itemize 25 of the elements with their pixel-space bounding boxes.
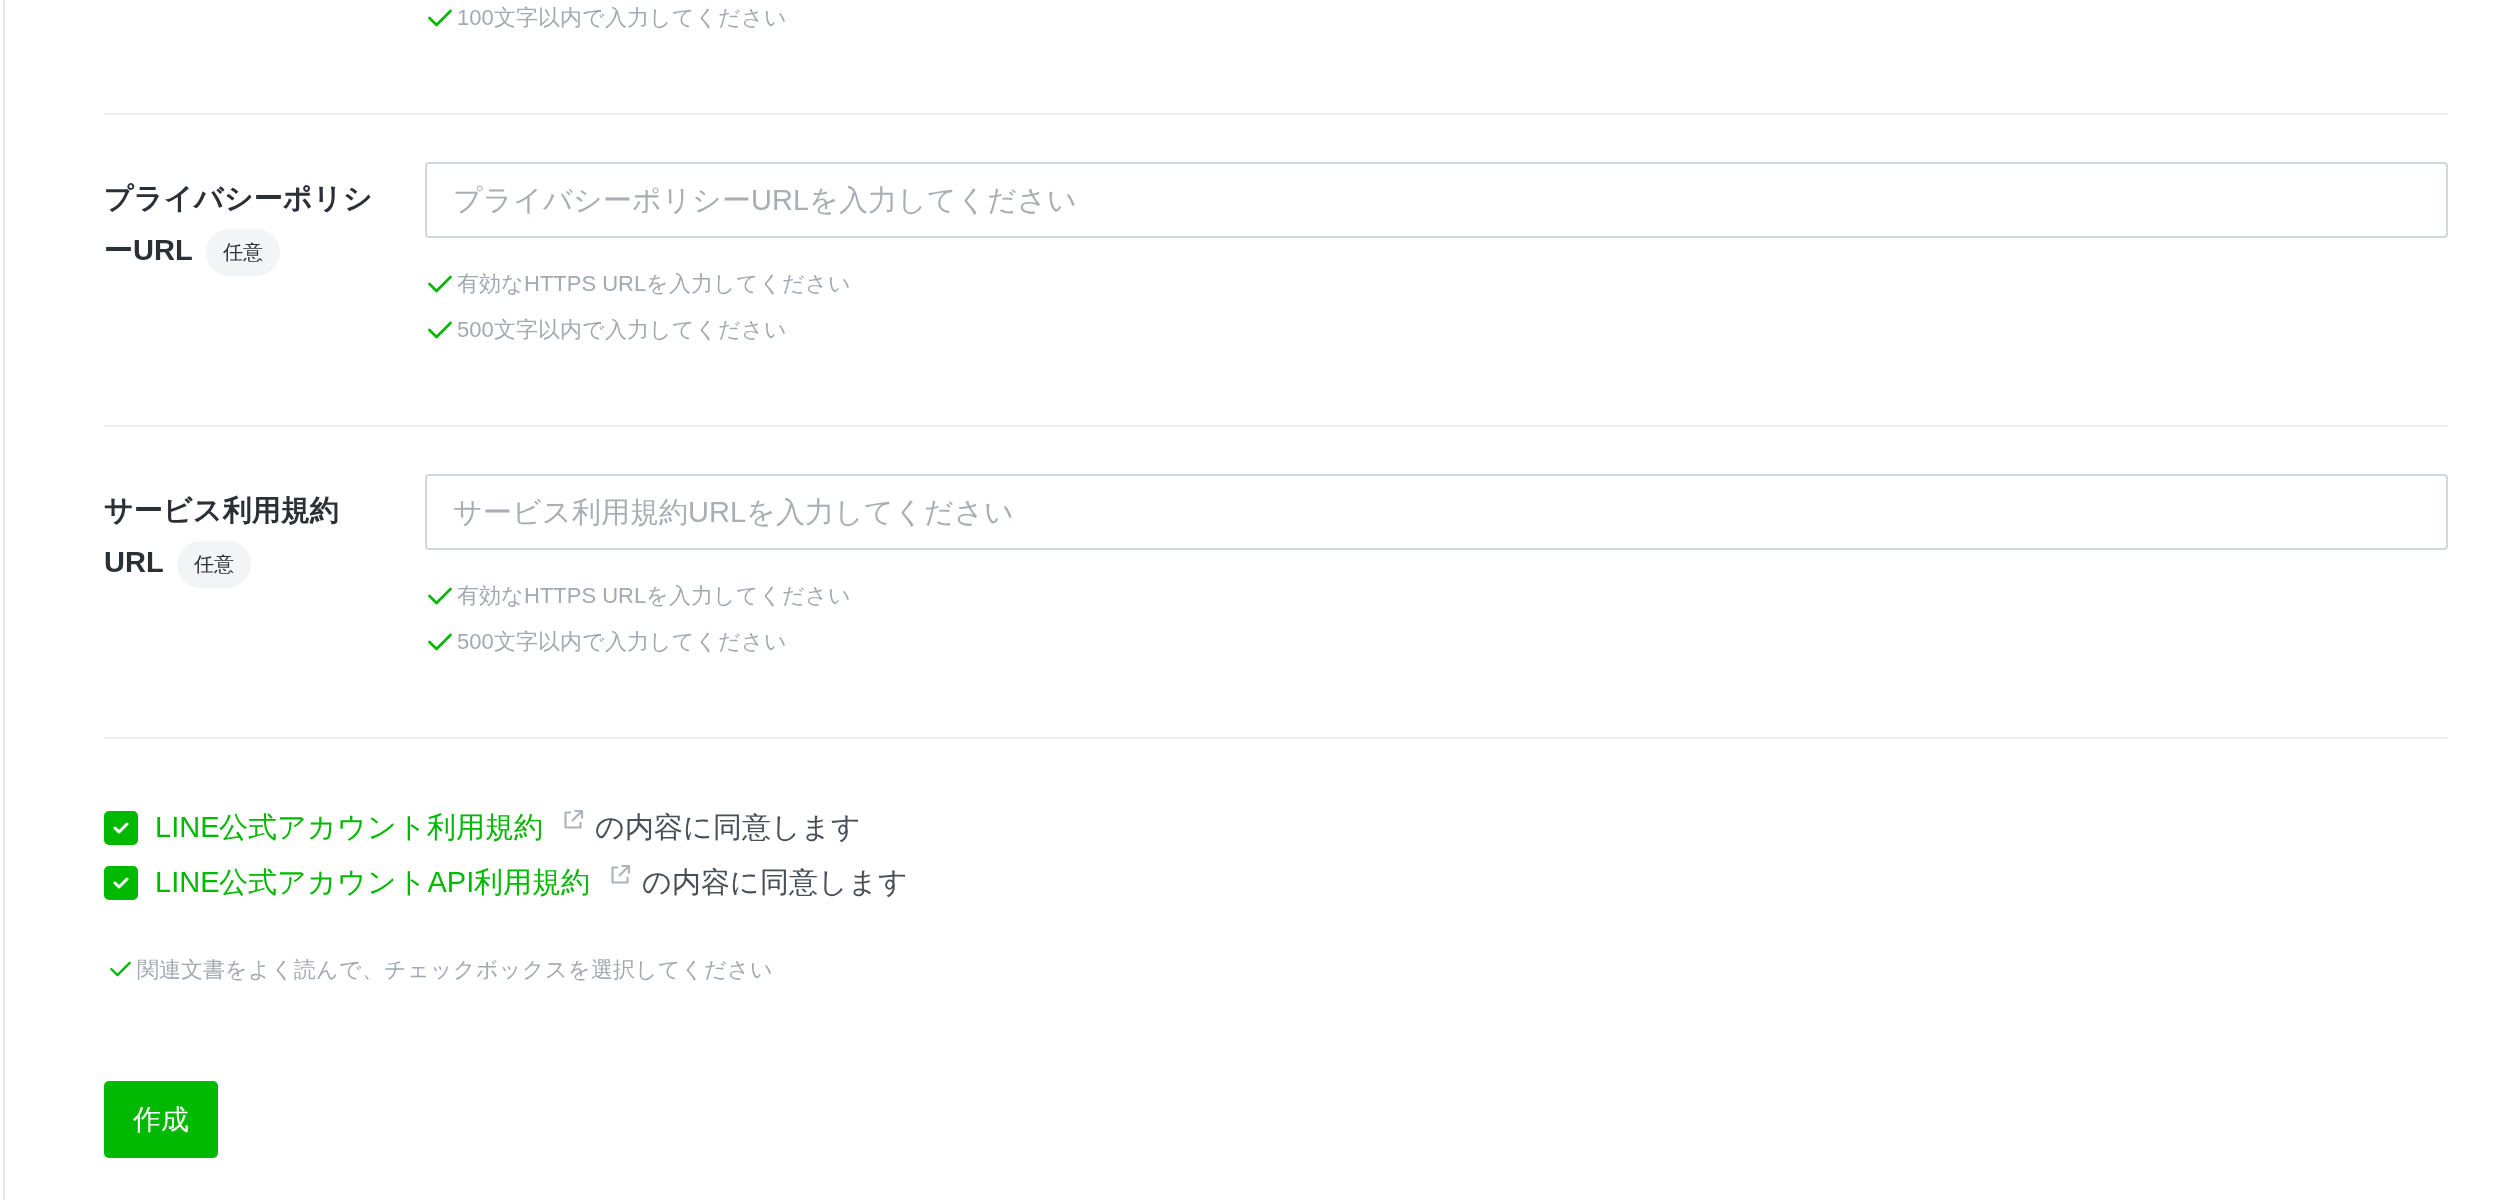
external-link-icon[interactable] bbox=[562, 809, 585, 831]
external-link-icon[interactable] bbox=[609, 864, 632, 886]
url-input[interactable]: サービス利用規約URLを入力してください bbox=[425, 474, 2448, 550]
checkbox[interactable] bbox=[104, 810, 138, 845]
optional-badge: 任意 bbox=[205, 228, 280, 276]
field-label: プライバシーポリシ bbox=[104, 182, 373, 214]
optional-badge: 任意 bbox=[176, 540, 251, 588]
field-label: サービス利用規約 bbox=[104, 494, 339, 526]
field-label: URL bbox=[104, 546, 164, 578]
hint-text: 関連文書をよく読んで、チェックボックスを選択してください bbox=[137, 956, 773, 984]
hint-text: 有効なHTTPS URLを入力してください bbox=[457, 270, 852, 298]
tick-icon bbox=[113, 876, 129, 889]
terms-link[interactable]: LINE公式アカウントAPI利用規約 bbox=[155, 862, 591, 903]
url-input[interactable]: プライバシーポリシーURLを入力してください bbox=[425, 162, 2448, 238]
hint-text: 100文字以内で入力してください bbox=[457, 4, 787, 32]
hint-text: 有効なHTTPS URLを入力してください bbox=[457, 582, 852, 610]
tick-icon bbox=[113, 821, 129, 834]
field-label: ーURL bbox=[104, 234, 193, 266]
create-button[interactable]: 作成 bbox=[104, 1081, 218, 1158]
hint-text: 500文字以内で入力してください bbox=[457, 628, 787, 656]
terms-link[interactable]: LINE公式アカウント利用規約 bbox=[155, 807, 544, 848]
agreement-text: の内容に同意します bbox=[595, 809, 862, 845]
checkbox[interactable] bbox=[104, 865, 138, 900]
hint-text: 500文字以内で入力してください bbox=[457, 316, 787, 344]
agreement-text: の内容に同意します bbox=[642, 864, 909, 900]
